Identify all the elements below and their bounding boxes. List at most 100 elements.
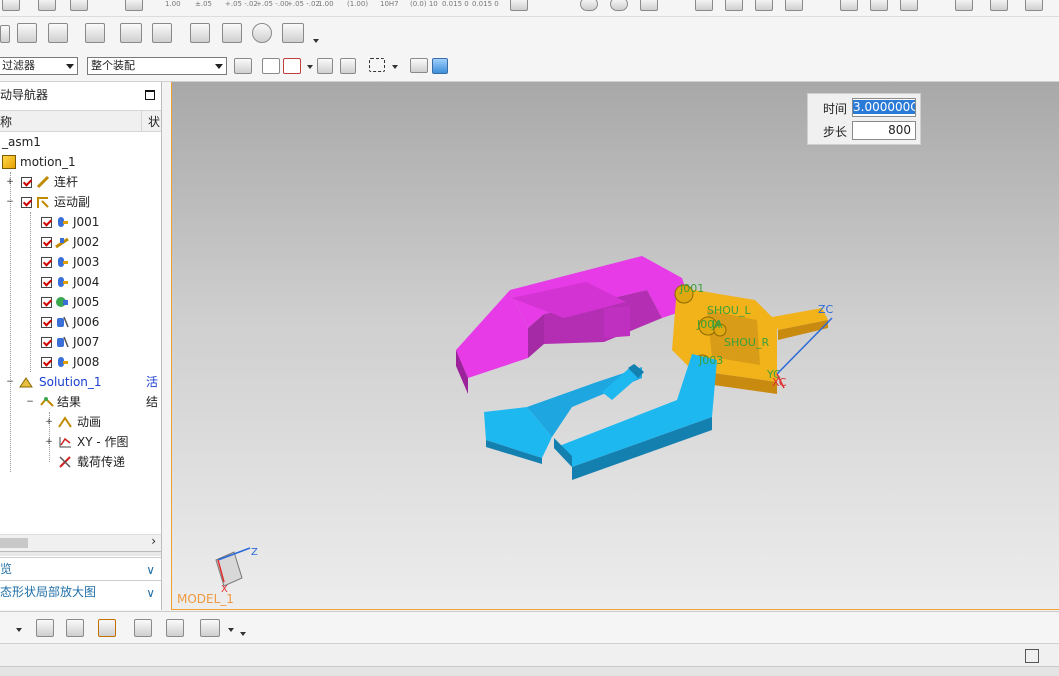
tool-icon[interactable] (640, 0, 658, 11)
tree-item-root[interactable]: _asm1 (0, 132, 161, 152)
checkbox-icon[interactable] (41, 297, 52, 308)
sheet-icon[interactable] (152, 23, 172, 43)
tool-icon[interactable] (125, 0, 143, 11)
tolerance-label[interactable]: +.05 -.02 (287, 0, 320, 8)
preview-panel-header[interactable]: 览 ∨ (0, 557, 161, 580)
checkbox-icon[interactable] (41, 337, 52, 348)
constraint-icon[interactable] (66, 619, 84, 637)
fullscreen-icon[interactable] (1025, 649, 1039, 663)
tree-item-joint[interactable]: J002 (0, 232, 161, 252)
settings-icon[interactable] (282, 23, 304, 43)
chevron-down-icon[interactable] (307, 65, 313, 69)
checkbox-icon[interactable] (41, 217, 52, 228)
tolerance-label[interactable]: 1.00 (318, 0, 334, 8)
timer-icon[interactable] (252, 23, 272, 43)
replace-icon[interactable] (166, 619, 184, 637)
tool-icon[interactable] (990, 0, 1008, 11)
tree-item-motion[interactable]: motion_1 (0, 152, 161, 172)
measure-icon[interactable] (85, 23, 105, 43)
tree-item-load-transfer[interactable]: 载荷传递 (0, 452, 161, 472)
tool-icon[interactable] (870, 0, 888, 11)
tree-item-xy-plot[interactable]: + XY - 作图 (0, 432, 161, 452)
chevron-down-icon[interactable] (240, 632, 246, 636)
add-icon[interactable] (0, 620, 6, 636)
tree-item-joint[interactable]: J008 (0, 352, 161, 372)
zoom-panel-header[interactable]: 态形状局部放大图 ∨ (0, 580, 161, 603)
rotate-icon[interactable] (340, 58, 356, 74)
maximize-icon[interactable] (145, 90, 155, 100)
horizontal-scrollbar[interactable]: › (0, 534, 161, 551)
checkbox-icon[interactable] (41, 237, 52, 248)
tree-item-joint[interactable]: J005 (0, 292, 161, 312)
tree-item-joint[interactable]: J003 (0, 252, 161, 272)
snap-icon[interactable] (262, 58, 280, 74)
tolerance-label[interactable]: +.05 -.00 (256, 0, 289, 8)
column-status[interactable]: 状 (148, 113, 160, 130)
collapse-icon[interactable]: − (6, 378, 14, 387)
table-icon[interactable] (48, 23, 68, 43)
scrollbar-thumb[interactable] (0, 538, 28, 548)
tolerance-label[interactable]: ±.05 (195, 0, 212, 8)
chevron-down-icon[interactable] (313, 39, 319, 43)
tree-item-solution[interactable]: − Solution_1 活 (0, 372, 161, 392)
tree-item-joints[interactable]: − 运动副 (0, 192, 161, 212)
tool-icon[interactable] (755, 0, 773, 11)
tool-icon[interactable] (610, 0, 628, 11)
assembly-select[interactable]: 整个装配 (87, 57, 227, 75)
tool-icon[interactable] (38, 0, 56, 11)
chevron-down-icon[interactable] (16, 628, 22, 632)
explode-icon[interactable] (200, 619, 220, 637)
tree-item-animation[interactable]: + 动画 (0, 412, 161, 432)
checkbox-icon[interactable] (41, 277, 52, 288)
tree-item-links[interactable]: + 连杆 (0, 172, 161, 192)
check-icon[interactable] (222, 23, 242, 43)
step-input[interactable]: 800 (852, 121, 916, 140)
time-input[interactable]: 3.000000C (852, 98, 916, 117)
tool-icon[interactable] (725, 0, 743, 11)
filter-select[interactable]: 过滤器 (0, 57, 78, 75)
move-icon[interactable] (317, 58, 333, 74)
tool-icon[interactable] (840, 0, 858, 11)
point-icon[interactable] (283, 58, 301, 74)
tree-item-results[interactable]: − 结果 结 (0, 392, 161, 412)
expand-icon[interactable]: + (45, 438, 53, 447)
assembly-tool-icon[interactable] (36, 619, 54, 637)
tool-icon[interactable] (510, 0, 528, 11)
tolerance-label[interactable]: 0.015 0 (472, 0, 499, 8)
shaded-view-icon[interactable] (410, 58, 428, 73)
graphics-viewport[interactable]: J001 SHOU_L J004 JA SHOU_R J003 YC ZC XC… (171, 82, 1059, 610)
array-icon[interactable] (134, 619, 152, 637)
column-name[interactable]: 称 (0, 113, 12, 130)
chevron-down-icon[interactable] (228, 628, 234, 632)
tool-icon[interactable] (785, 0, 803, 11)
splitter[interactable] (0, 551, 161, 556)
checkbox-icon[interactable] (41, 257, 52, 268)
tool-icon[interactable] (1025, 0, 1043, 11)
tool-icon[interactable] (900, 0, 918, 11)
view-icon[interactable] (120, 23, 142, 43)
tolerance-label[interactable]: (1.00) (347, 0, 368, 8)
tool-icon[interactable] (955, 0, 973, 11)
chevron-down-icon[interactable]: ∨ (146, 559, 155, 581)
gripper-model[interactable]: J001 SHOU_L J004 JA SHOU_R J003 YC ZC XC… (172, 82, 1059, 610)
tree-item-joint[interactable]: J001 (0, 212, 161, 232)
list-icon[interactable] (190, 23, 210, 43)
select-component-icon[interactable] (234, 58, 252, 74)
chevron-down-icon[interactable] (392, 65, 398, 69)
component-icon[interactable] (17, 23, 37, 43)
cube-icon[interactable] (432, 58, 448, 74)
tolerance-label[interactable]: 1.00 (165, 0, 181, 8)
tolerance-label[interactable]: +.05 -.02 (225, 0, 258, 8)
assembly-icon[interactable] (0, 25, 10, 43)
tolerance-label[interactable]: 0.015 0 (442, 0, 469, 8)
checkbox-icon[interactable] (41, 317, 52, 328)
checkbox-icon[interactable] (41, 357, 52, 368)
tolerance-label[interactable]: 10H7 (380, 0, 399, 8)
tool-icon[interactable] (2, 0, 20, 11)
move-component-icon[interactable] (98, 619, 116, 637)
tree-item-joint[interactable]: J006 (0, 312, 161, 332)
tool-icon[interactable] (695, 0, 713, 11)
box-select-icon[interactable] (369, 58, 385, 72)
tree-item-joint[interactable]: J007 (0, 332, 161, 352)
tolerance-label[interactable]: (0.0) 10 (410, 0, 438, 8)
